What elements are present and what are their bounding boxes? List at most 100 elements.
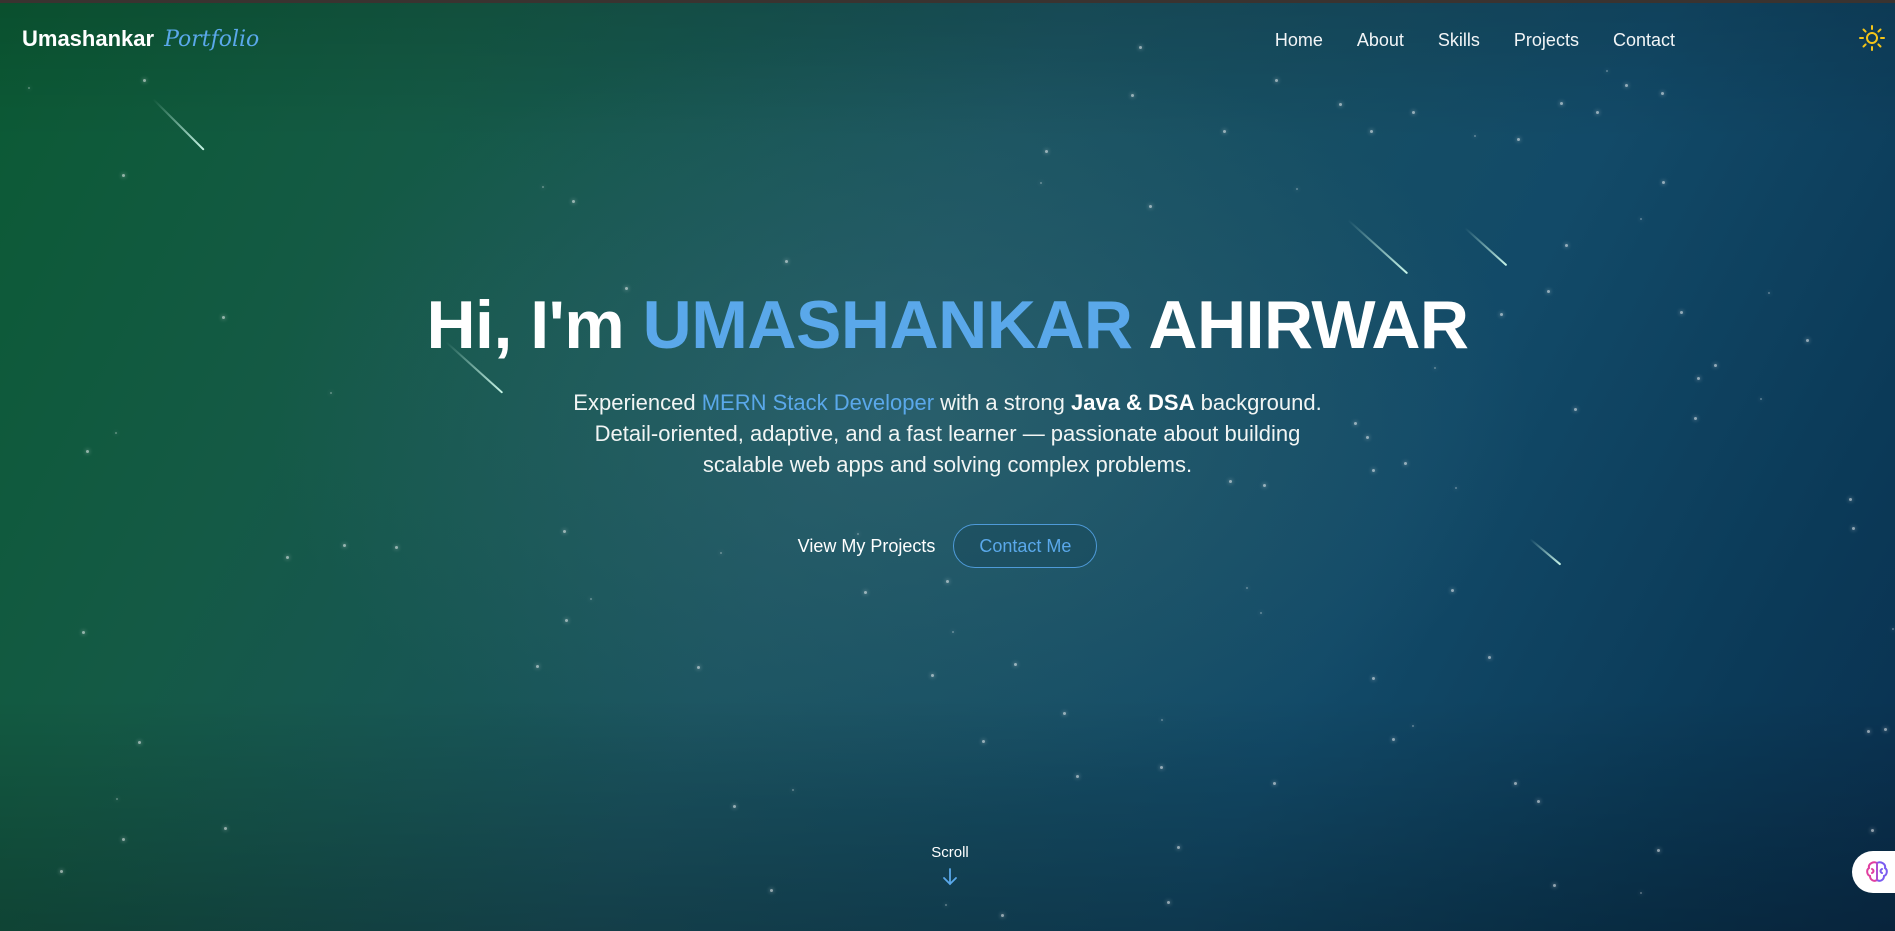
star-dot — [1412, 725, 1414, 727]
star-dot — [224, 827, 227, 830]
star-dot — [82, 631, 85, 634]
star-dot — [1370, 130, 1373, 133]
arrow-down-icon — [943, 868, 957, 886]
brand-logo[interactable]: Umashankar Portfolio — [22, 26, 259, 52]
nav-link-contact[interactable]: Contact — [1613, 30, 1675, 51]
star-dot — [1537, 800, 1540, 803]
shooting-star — [1464, 227, 1508, 267]
star-dot — [1565, 244, 1568, 247]
star-dot — [946, 580, 949, 583]
star-dot — [982, 740, 985, 743]
star-dot — [1871, 829, 1874, 832]
star-dot — [1040, 182, 1042, 184]
navbar: Umashankar Portfolio Home About Skills P… — [0, 0, 1895, 84]
star-dot — [733, 805, 736, 808]
star-dot — [1451, 589, 1454, 592]
star-dot — [1273, 782, 1276, 785]
star-dot — [1640, 892, 1642, 894]
star-dot — [28, 87, 30, 89]
star-dot — [1339, 103, 1342, 106]
sun-icon — [1859, 25, 1885, 51]
hero-section: Hi, I'm UMASHANKAR AHIRWAR Experienced M… — [0, 285, 1895, 568]
star-dot — [1001, 914, 1004, 917]
assistant-button[interactable] — [1852, 851, 1895, 893]
star-dot — [1640, 218, 1642, 220]
star-dot — [1372, 677, 1375, 680]
theme-toggle-button[interactable] — [1858, 24, 1886, 52]
star-dot — [122, 838, 125, 841]
star-dot — [1246, 587, 1248, 589]
shooting-star — [152, 98, 205, 151]
star-dot — [572, 200, 575, 203]
star-dot — [1223, 130, 1226, 133]
star-dot — [1474, 135, 1476, 137]
brand-name: Umashankar — [22, 26, 155, 51]
view-projects-button[interactable]: View My Projects — [798, 526, 936, 567]
hero-title: Hi, I'm UMASHANKAR AHIRWAR — [0, 285, 1895, 365]
star-dot — [1625, 84, 1628, 87]
star-dot — [1488, 656, 1491, 659]
shooting-star — [1347, 219, 1409, 275]
star-dot — [1045, 150, 1048, 153]
star-dot — [138, 741, 141, 744]
star-dot — [1296, 188, 1298, 190]
star-dot — [60, 870, 63, 873]
star-dot — [1514, 782, 1517, 785]
scroll-indicator[interactable]: Scroll — [900, 844, 1000, 887]
star-dot — [931, 674, 934, 677]
star-dot — [1161, 719, 1163, 721]
star-dot — [590, 598, 592, 600]
brain-icon — [1866, 861, 1888, 882]
star-dot — [1892, 628, 1894, 630]
star-dot — [1177, 846, 1180, 849]
star-dot — [1560, 102, 1563, 105]
star-dot — [1063, 712, 1066, 715]
window-top-border — [0, 0, 1895, 3]
star-dot — [1596, 111, 1599, 114]
star-dot — [536, 665, 539, 668]
star-dot — [1661, 92, 1664, 95]
scroll-label: Scroll — [931, 844, 969, 861]
star-dot — [1553, 884, 1556, 887]
star-dot — [565, 619, 568, 622]
desc-bold: Java & DSA — [1070, 390, 1195, 415]
hero-actions: View My Projects Contact Me — [0, 524, 1895, 568]
star-dot — [697, 666, 700, 669]
nav-link-about[interactable]: About — [1357, 30, 1404, 51]
hero-last-name: AHIRWAR — [1148, 287, 1469, 363]
star-dot — [1657, 849, 1660, 852]
star-dot — [1412, 111, 1415, 114]
star-dot — [1867, 730, 1870, 733]
star-dot — [1160, 766, 1163, 769]
star-dot — [785, 260, 788, 263]
brand-subtitle: Portfolio — [164, 27, 260, 52]
star-dot — [1260, 612, 1262, 614]
star-dot — [1517, 138, 1520, 141]
hero-first-name: UMASHANKAR — [642, 287, 1133, 363]
star-dot — [1167, 901, 1170, 904]
star-dot — [1149, 205, 1152, 208]
star-dot — [116, 798, 118, 800]
hero-greeting: Hi, I'm — [426, 287, 625, 363]
nav-link-home[interactable]: Home — [1275, 30, 1323, 51]
star-dot — [792, 789, 794, 791]
star-dot — [122, 174, 125, 177]
star-dot — [945, 904, 947, 906]
nav-links: Home About Skills Projects Contact — [1275, 30, 1675, 51]
star-dot — [864, 591, 867, 594]
star-dot — [1392, 738, 1395, 741]
star-dot — [770, 889, 773, 892]
desc-text-1: Experienced — [573, 390, 702, 415]
star-dot — [1884, 728, 1887, 731]
star-dot — [1014, 663, 1017, 666]
star-dot — [542, 186, 544, 188]
star-dot — [1662, 181, 1665, 184]
desc-text-2: with a strong — [934, 390, 1071, 415]
desc-highlight: MERN Stack Developer — [701, 390, 935, 415]
hero-description: Experienced MERN Stack Developer with a … — [568, 387, 1328, 480]
nav-link-projects[interactable]: Projects — [1514, 30, 1579, 51]
nav-link-skills[interactable]: Skills — [1438, 30, 1480, 51]
contact-me-button[interactable]: Contact Me — [953, 524, 1098, 568]
star-dot — [952, 631, 954, 633]
star-dot — [1076, 775, 1079, 778]
